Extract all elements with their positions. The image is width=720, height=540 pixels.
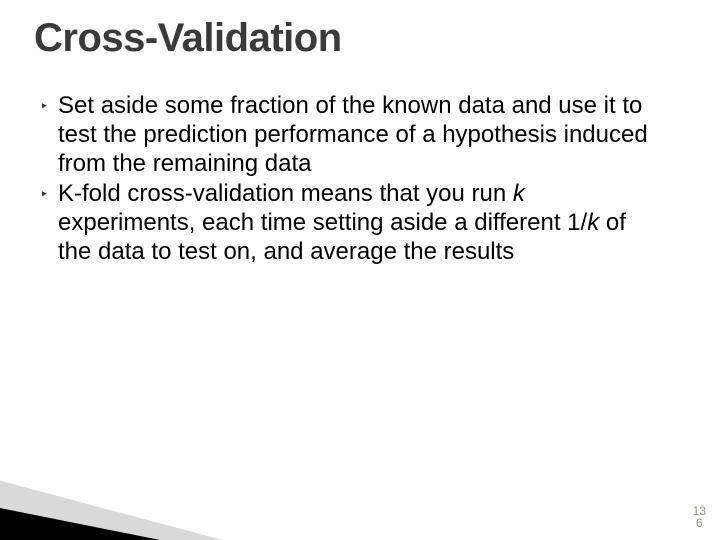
variable-k: k <box>513 180 525 207</box>
page-number: 13 6 <box>693 505 706 530</box>
bullet-text-fragment: experiments, each time setting aside a d… <box>58 209 587 236</box>
bullet-item: ‣ K-fold cross-validation means that you… <box>40 180 660 266</box>
slide-title: Cross-Validation <box>34 16 342 61</box>
slide: Cross-Validation ‣ Set aside some fracti… <box>0 0 720 540</box>
decorative-wedge <box>0 430 480 540</box>
slide-body: ‣ Set aside some fraction of the known d… <box>40 92 660 269</box>
variable-k: k <box>587 209 599 236</box>
page-number-bottom: 6 <box>693 517 706 530</box>
bullet-text-fragment: K-fold cross-validation means that you r… <box>58 180 513 207</box>
bullet-item: ‣ Set aside some fraction of the known d… <box>40 92 660 178</box>
bullet-marker-icon: ‣ <box>40 92 58 120</box>
bullet-marker-icon: ‣ <box>40 180 58 208</box>
bullet-text: Set aside some fraction of the known dat… <box>58 92 660 178</box>
bullet-text: K-fold cross-validation means that you r… <box>58 180 660 266</box>
